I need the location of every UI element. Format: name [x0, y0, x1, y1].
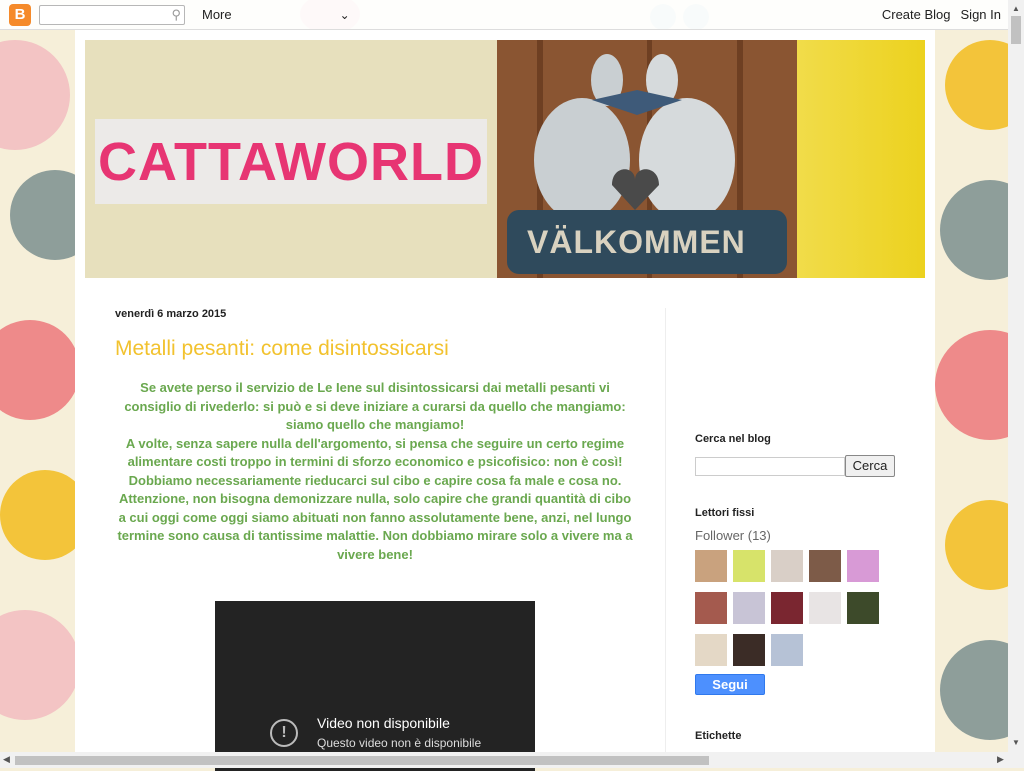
followers-count[interactable]: Follower (13): [695, 528, 771, 543]
blog-header: CATTAWORLD VÄLKOMMEN: [85, 40, 925, 278]
alert-icon: !: [270, 719, 298, 747]
blog-title[interactable]: CATTAWORLD: [98, 131, 484, 193]
follower-avatar[interactable]: [733, 550, 765, 582]
vertical-scrollbar[interactable]: ▲ ▼: [1008, 0, 1024, 752]
follower-avatar[interactable]: [771, 592, 803, 624]
create-blog-link[interactable]: Create Blog: [882, 7, 951, 22]
blogger-logo-icon[interactable]: B: [9, 3, 31, 26]
scroll-right-icon[interactable]: ▶: [997, 754, 1004, 765]
blog-page: CATTAWORLD VÄLKOMMEN venerdì 6 marzo 201…: [75, 30, 935, 771]
vertical-scroll-thumb[interactable]: [1011, 16, 1021, 44]
follower-avatar[interactable]: [847, 592, 879, 624]
followers-heading: Lettori fissi: [695, 507, 755, 519]
follower-avatar[interactable]: [771, 550, 803, 582]
more-menu[interactable]: More: [202, 7, 232, 22]
search-button[interactable]: Cerca: [845, 455, 895, 477]
scroll-up-icon[interactable]: ▲: [1012, 4, 1020, 13]
post-body: Se avete perso il servizio de Le Iene su…: [115, 379, 635, 564]
follower-avatar[interactable]: [695, 592, 727, 624]
valkommen-sign-text: VÄLKOMMEN: [527, 224, 746, 260]
follower-avatar[interactable]: [733, 592, 765, 624]
follow-button[interactable]: Segui: [695, 674, 765, 695]
post-date: venerdì 6 marzo 2015: [115, 308, 227, 320]
follower-avatar[interactable]: [771, 634, 803, 666]
post-paragraph: A volte, senza sapere nulla dell'argomen…: [117, 435, 633, 562]
follower-avatar[interactable]: [809, 592, 841, 624]
blogger-navbar: B ⚲ More ⌄ Create Blog Sign In: [0, 0, 1008, 30]
header-yellow-panel: [797, 40, 925, 278]
follower-avatar[interactable]: [809, 550, 841, 582]
search-icon[interactable]: ⚲: [171, 7, 181, 23]
scroll-down-icon[interactable]: ▼: [1012, 738, 1020, 747]
chevron-down-icon[interactable]: ⌄: [340, 8, 350, 22]
search-heading: Cerca nel blog: [695, 433, 771, 445]
scroll-left-icon[interactable]: ◀: [3, 754, 10, 765]
follower-avatar[interactable]: [695, 550, 727, 582]
video-unavailable-title: Video non disponibile: [317, 715, 450, 731]
horizontal-scrollbar[interactable]: ◀ ▶: [0, 752, 1024, 768]
blog-title-box[interactable]: CATTAWORLD: [95, 119, 487, 204]
header-photo-geese: VÄLKOMMEN: [497, 40, 797, 278]
horizontal-scroll-thumb[interactable]: [15, 756, 709, 765]
follower-avatar[interactable]: [847, 550, 879, 582]
follower-avatar[interactable]: [695, 634, 727, 666]
labels-heading: Etichette: [695, 730, 742, 742]
embedded-video-player[interactable]: ! Video non disponibile Questo video non…: [215, 601, 535, 771]
post-paragraph: Se avete perso il servizio de Le Iene su…: [124, 380, 626, 432]
follower-avatar[interactable]: [733, 634, 765, 666]
navbar-search-input[interactable]: ⚲: [39, 4, 185, 25]
sign-in-link[interactable]: Sign In: [961, 7, 1001, 22]
blog-search-input[interactable]: [695, 457, 845, 476]
video-unavailable-subtitle: Questo video non è disponibile: [317, 736, 482, 750]
post-title[interactable]: Metalli pesanti: come disintossicarsi: [115, 337, 449, 361]
column-divider: [665, 308, 666, 768]
